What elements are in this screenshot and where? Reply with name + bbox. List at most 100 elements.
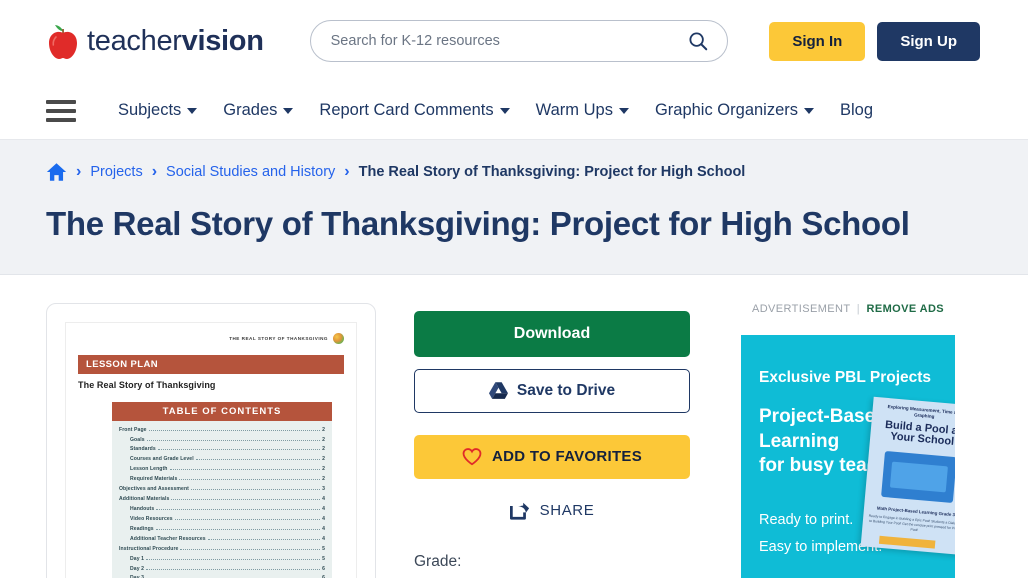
- toc-dots: [146, 568, 321, 570]
- document-preview-card[interactable]: THE REAL STORY OF THANKSGIVING LESSON PL…: [46, 302, 376, 578]
- chevron-down-icon: [283, 107, 294, 114]
- nav-label: Blog: [840, 101, 874, 119]
- toc-dots: [146, 558, 321, 560]
- chevron-down-icon: [804, 107, 815, 114]
- hamburger-bar: [46, 117, 76, 122]
- toc-page: 5: [322, 545, 325, 552]
- breadcrumb-link-projects[interactable]: Projects: [90, 164, 142, 180]
- nav-label: Graphic Organizers: [654, 101, 799, 119]
- toc-dots: [180, 548, 321, 550]
- toc-label: Front Page: [119, 426, 147, 433]
- page-title: The Real Story of Thanksgiving: Project …: [46, 205, 910, 242]
- toc-page: 4: [322, 525, 325, 532]
- toc-row: Instructional Procedure 5: [119, 545, 325, 555]
- actions-column: Download Save to Drive ADD TO FAVORITES …: [376, 303, 706, 578]
- add-to-favorites-button[interactable]: ADD TO FAVORITES: [414, 434, 690, 479]
- toc-list: Front Page 2 Goals 2 Standards 2 Courses an…: [112, 420, 332, 578]
- toc-label: Additional Materials: [119, 496, 170, 503]
- breadcrumb-separator: ›: [76, 163, 82, 180]
- toc-heading: TABLE OF CONTENTS: [112, 401, 332, 421]
- toc-dots: [169, 469, 321, 471]
- nav-item-subjects[interactable]: Subjects: [118, 101, 198, 120]
- toc-row: Additional Teacher Resources 4: [119, 535, 325, 545]
- nav-item-report-card-comments[interactable]: Report Card Comments: [319, 101, 510, 120]
- ad-headline: Exclusive PBL Projects: [759, 368, 932, 386]
- hamburger-icon[interactable]: [46, 99, 76, 122]
- hero-band: › Projects › Social Studies and History …: [0, 140, 1028, 275]
- site-logo[interactable]: teachervision: [46, 22, 264, 60]
- toc-row: Standards 2: [119, 445, 325, 455]
- toc-page: 3: [322, 486, 325, 493]
- toc-page: 2: [322, 446, 325, 453]
- remove-ads-link[interactable]: REMOVE ADS: [866, 303, 944, 315]
- nav-item-grades[interactable]: Grades: [223, 101, 294, 120]
- grade-label: Grade:: [414, 552, 462, 570]
- toc-label: Additional Teacher Resources: [130, 535, 206, 542]
- apple-icon: [49, 25, 77, 59]
- header-actions: Sign In Sign Up: [769, 21, 980, 61]
- thumbnail-column: THE REAL STORY OF THANKSGIVING LESSON PL…: [46, 302, 376, 578]
- nav-item-warm-ups[interactable]: Warm Ups: [536, 101, 629, 120]
- toc-dots: [146, 439, 321, 441]
- search-input[interactable]: [330, 33, 687, 49]
- toc-label: Instructional Procedure: [119, 545, 179, 552]
- sign-in-button[interactable]: Sign In: [769, 21, 866, 61]
- toc-row: Handouts 4: [119, 505, 325, 515]
- toc-page: 2: [322, 426, 325, 433]
- nav-label: Report Card Comments: [319, 101, 494, 119]
- toc-page: 2: [322, 456, 325, 463]
- main-content: THE REAL STORY OF THANKSGIVING LESSON PL…: [0, 275, 1028, 578]
- share-icon: [509, 502, 529, 520]
- chevron-down-icon: [499, 107, 510, 114]
- document-page: THE REAL STORY OF THANKSGIVING LESSON PL…: [65, 321, 357, 578]
- toc-page: 4: [322, 535, 325, 542]
- advertisement-label: ADVERTISEMENT: [751, 302, 851, 315]
- search-icon[interactable]: [687, 30, 709, 52]
- booklet-artwork: [881, 450, 955, 503]
- nav-label: Warm Ups: [535, 101, 613, 119]
- document-title: The Real Story of Thanksgiving: [78, 379, 216, 390]
- toc-row: Additional Materials 4: [119, 495, 325, 505]
- toc-label: Required Materials: [130, 476, 178, 483]
- hamburger-bar: [46, 108, 76, 113]
- share-button[interactable]: SHARE: [414, 495, 690, 527]
- toc-row: Day 3 6: [119, 574, 325, 578]
- toc-page: 4: [322, 505, 325, 512]
- toc-label: Lesson Length: [130, 466, 168, 473]
- toc-dots: [195, 459, 321, 461]
- chevron-down-icon: [187, 107, 198, 114]
- breadcrumb-link-social-studies[interactable]: Social Studies and History: [166, 164, 335, 180]
- hamburger-bar: [46, 99, 76, 104]
- toc-dots: [174, 518, 321, 520]
- advertisement-banner[interactable]: Exclusive PBL Projects Project-Based Lea…: [741, 334, 955, 578]
- toc-dots: [190, 489, 321, 491]
- home-icon[interactable]: [46, 162, 67, 182]
- google-drive-icon: [488, 382, 508, 399]
- toc-page: 4: [322, 515, 325, 522]
- breadcrumb-separator: ›: [344, 163, 350, 180]
- toc-dots: [179, 479, 321, 481]
- chevron-down-icon: [618, 107, 629, 114]
- toc-dots: [171, 499, 321, 501]
- ad-booklet-image: Exploring Measurement, Time and Graphing…: [860, 396, 955, 555]
- heart-icon: [462, 447, 482, 465]
- nav-item-graphic-organizers[interactable]: Graphic Organizers: [654, 101, 815, 120]
- document-header-text: THE REAL STORY OF THANKSGIVING: [229, 335, 328, 341]
- nav-label: Subjects: [118, 101, 182, 119]
- document-logo-icon: [333, 332, 344, 344]
- toc-label: Readings: [130, 525, 154, 532]
- toc-dots: [156, 508, 321, 510]
- download-button[interactable]: Download: [414, 310, 690, 357]
- search-bar[interactable]: [309, 20, 728, 62]
- sign-up-button[interactable]: Sign Up: [877, 21, 980, 61]
- toc-row: Day 1 5: [119, 555, 325, 565]
- booklet-body: Ready to Engage in Building a Epic Pool!…: [868, 513, 955, 532]
- breadcrumb-current: The Real Story of Thanksgiving: Project …: [358, 164, 746, 180]
- toc-row: Objectives and Assessment 3: [119, 485, 325, 495]
- toc-label: Day 3: [130, 574, 144, 578]
- main-navigation: Subjects Grades Report Card Comments War…: [0, 82, 1028, 140]
- nav-item-blog[interactable]: Blog: [840, 101, 873, 120]
- toc-row: Required Materials 2: [119, 475, 325, 485]
- toc-page: 6: [322, 574, 325, 578]
- save-to-drive-button[interactable]: Save to Drive: [414, 368, 690, 413]
